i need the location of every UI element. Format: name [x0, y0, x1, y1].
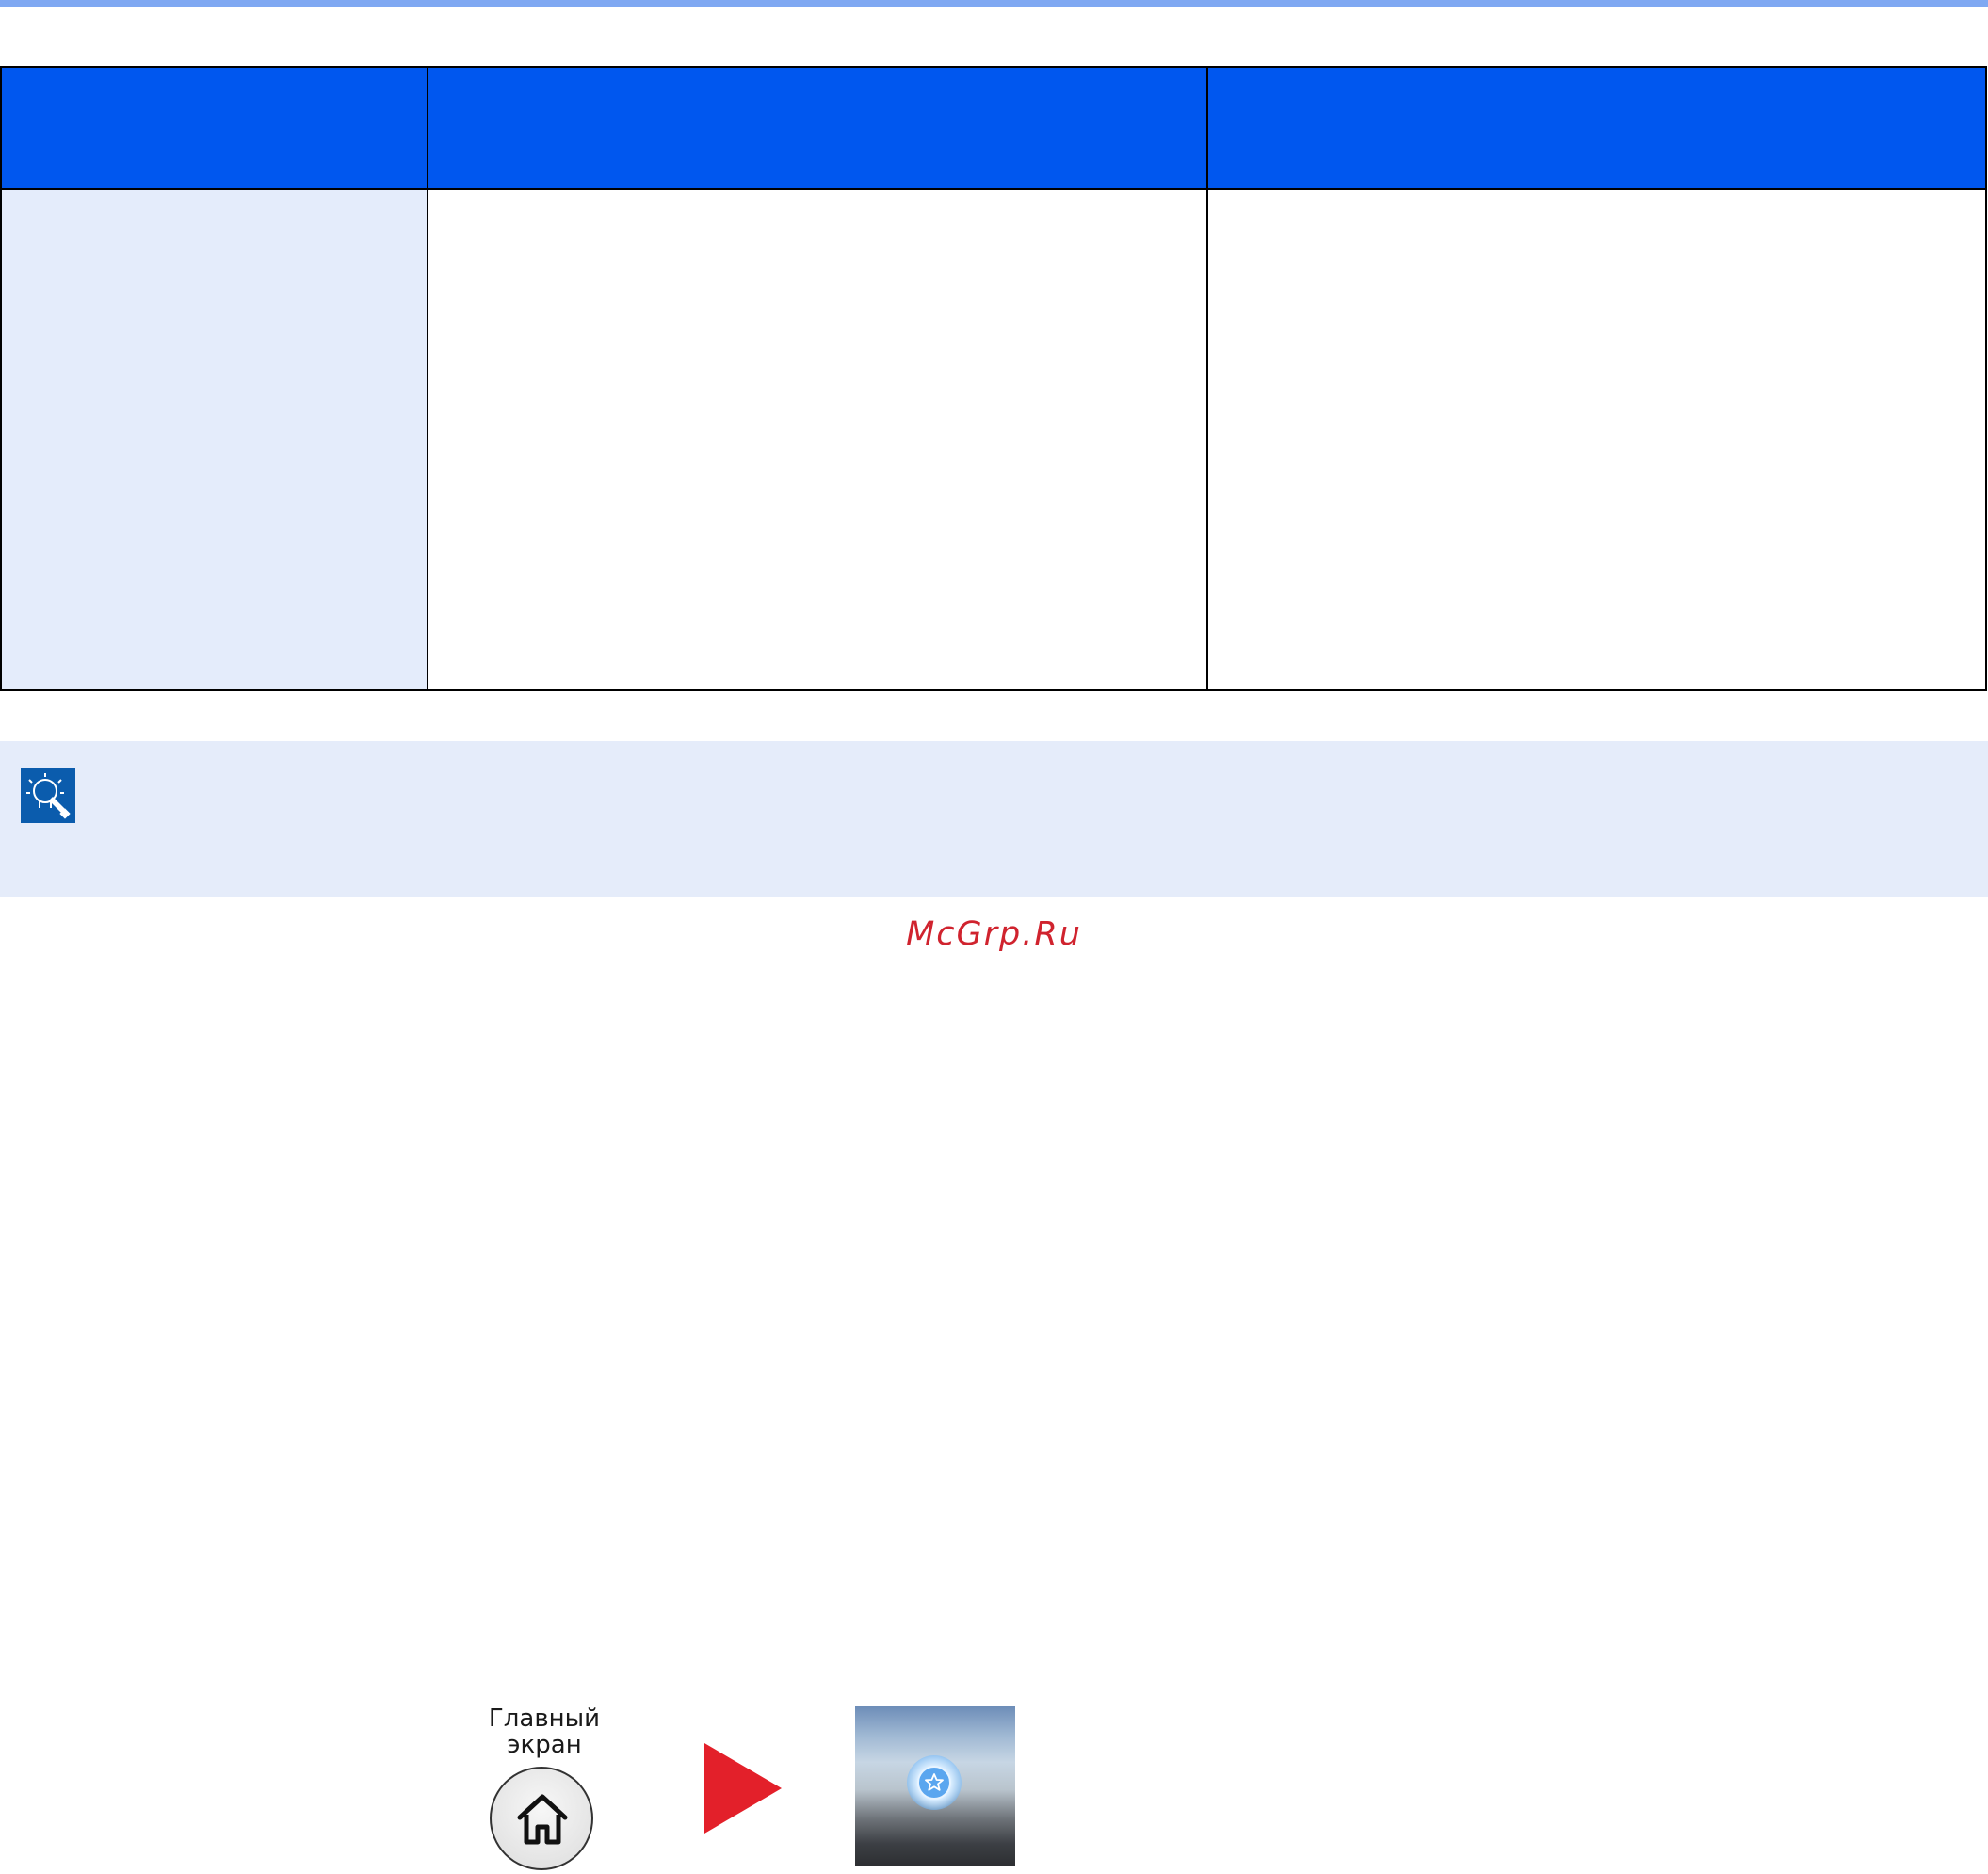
- lightbulb-note-icon: [21, 768, 75, 823]
- favorites-star-icon: [917, 1766, 951, 1800]
- top-rule: [0, 0, 1988, 7]
- watermark-text: McGrp.Ru: [906, 915, 1082, 953]
- home-button-label: Главный экран: [488, 1704, 601, 1759]
- right-arrow-icon: [704, 1743, 782, 1834]
- column-divider-2: [1206, 68, 1208, 689]
- table-header-row: [2, 68, 1985, 190]
- favorites-screen-button[interactable]: [855, 1706, 1015, 1866]
- note-box: [0, 741, 1988, 897]
- home-button[interactable]: [490, 1767, 593, 1870]
- column-divider-1: [427, 68, 428, 689]
- table-body-cell-1: [2, 190, 428, 689]
- home-icon: [517, 1794, 568, 1845]
- info-table: [0, 66, 1987, 691]
